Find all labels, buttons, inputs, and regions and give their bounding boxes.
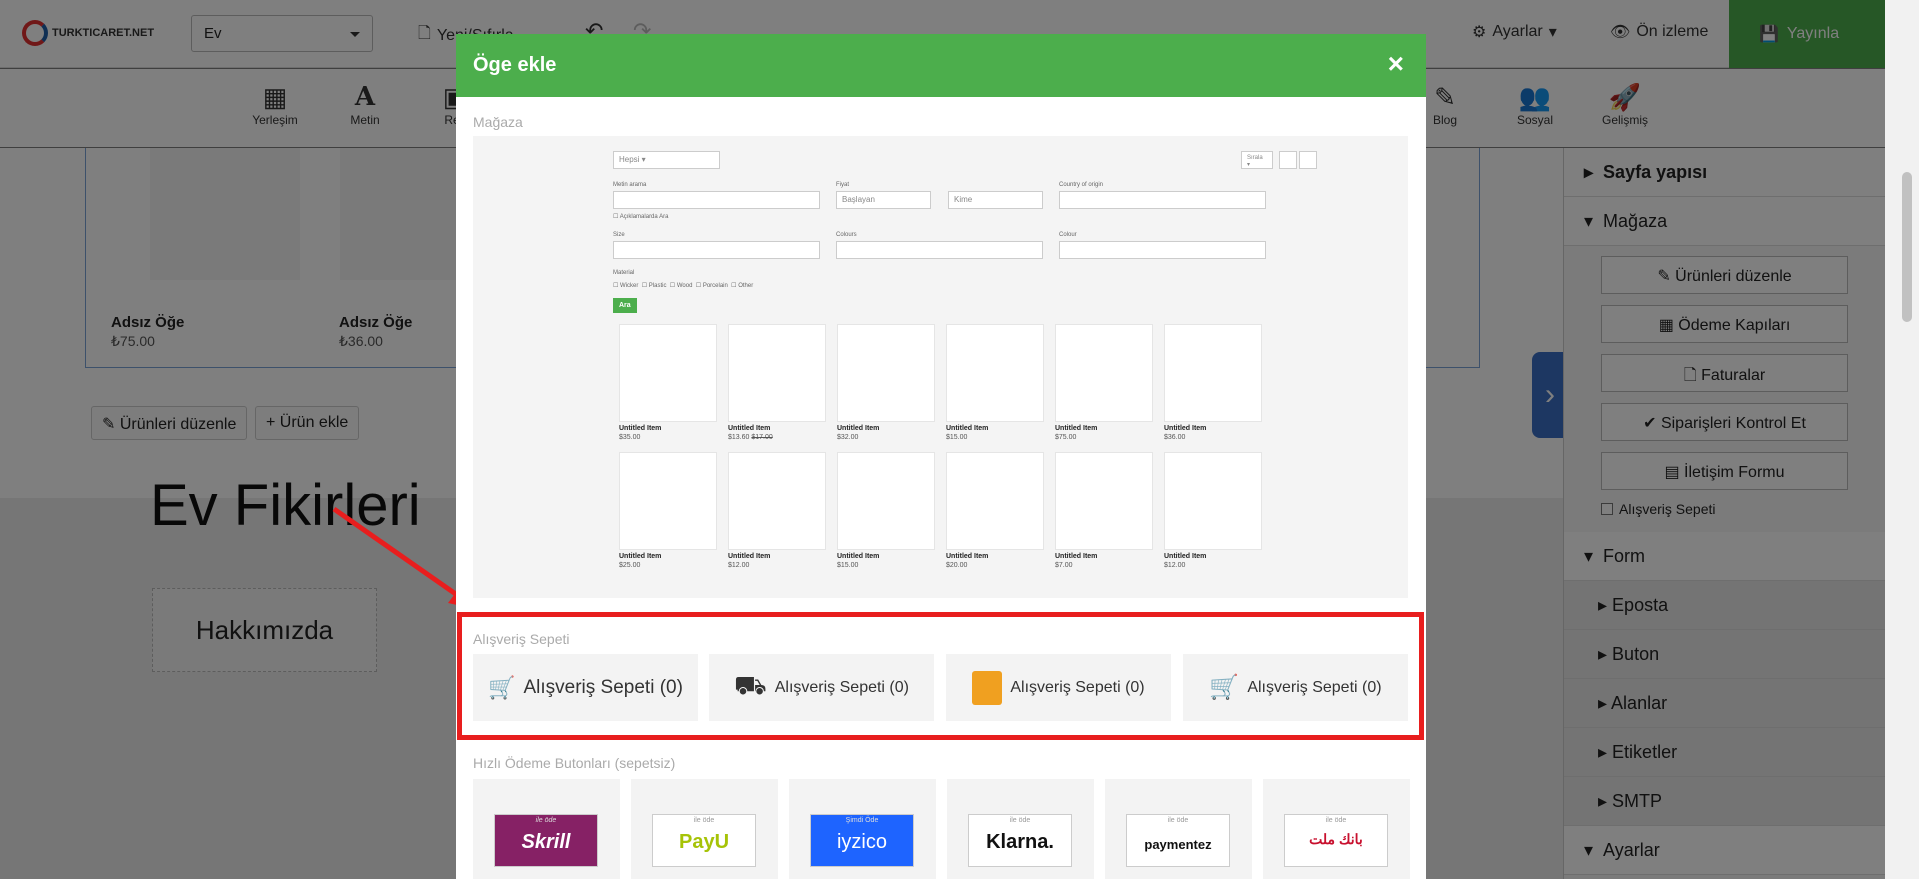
scrollbar-thumb[interactable] xyxy=(1902,172,1912,322)
search-button: Ara xyxy=(613,298,637,313)
product-thumbnail xyxy=(946,452,1044,550)
klarna-logo: ile öde Klarna. xyxy=(968,814,1072,867)
price-from-input: Başlayan xyxy=(836,191,931,209)
product-thumbnail xyxy=(1055,324,1153,422)
payu-logo: ile öde PayU xyxy=(652,814,756,867)
filter-select: Hepsi ▾ xyxy=(613,151,720,169)
colour-select xyxy=(1059,241,1266,259)
product-thumbnail xyxy=(619,452,717,550)
modal-header: Öge ekle × xyxy=(456,34,1426,97)
product-thumbnail xyxy=(728,452,826,550)
modal-title: Öge ekle xyxy=(473,54,557,76)
pay-option-klarna[interactable]: ile öde Klarna. xyxy=(947,779,1094,879)
product-thumbnail xyxy=(837,324,935,422)
product-thumbnail xyxy=(1164,324,1262,422)
colours-select xyxy=(836,241,1043,259)
list-view-icon xyxy=(1299,151,1317,169)
product-thumbnail xyxy=(946,324,1044,422)
pay-option-mellat[interactable]: ile öde بانك ملت xyxy=(1263,779,1410,879)
product-thumbnail xyxy=(837,452,935,550)
size-select xyxy=(613,241,820,259)
highlight-box xyxy=(457,612,1424,740)
skrill-logo: ile öde Skrill xyxy=(494,814,598,867)
text-search-input xyxy=(613,191,820,209)
desc-search-check: ☐ Açıklamalarda Ara xyxy=(613,214,669,220)
store-section-label: Mağaza xyxy=(473,114,523,130)
iyzico-logo: Şimdi Öde iyzico xyxy=(810,814,914,867)
quick-pay-label: Hızlı Ödeme Butonları (sepetsiz) xyxy=(473,755,676,771)
pay-option-paymentez[interactable]: ile öde paymentez xyxy=(1105,779,1252,879)
grid-view-icon xyxy=(1279,151,1297,169)
price-to-input: Kime xyxy=(948,191,1043,209)
material-checks: ☐ Wicker ☐ Plastic ☐ Wood ☐ Porcelain ☐ … xyxy=(613,283,754,289)
product-thumbnail xyxy=(1164,452,1262,550)
close-icon[interactable]: × xyxy=(1388,48,1404,80)
scrollbar[interactable] xyxy=(1885,0,1919,879)
product-thumbnail xyxy=(619,324,717,422)
mellat-logo: ile öde بانك ملت xyxy=(1284,814,1388,867)
pay-option-skrill[interactable]: ile öde Skrill xyxy=(473,779,620,879)
product-thumbnail xyxy=(1055,452,1153,550)
add-element-modal: Öge ekle × Mağaza Hepsi ▾ Sırala ▾ Metin… xyxy=(456,34,1426,879)
product-thumbnail xyxy=(728,324,826,422)
country-select xyxy=(1059,191,1266,209)
pay-option-payu[interactable]: ile öde PayU xyxy=(631,779,778,879)
pay-option-iyzico[interactable]: Şimdi Öde iyzico xyxy=(789,779,936,879)
store-preview-option[interactable]: Hepsi ▾ Sırala ▾ Metin arama ☐ Açıklamal… xyxy=(473,136,1408,598)
sort-select: Sırala ▾ xyxy=(1241,151,1273,169)
paymentez-logo: ile öde paymentez xyxy=(1126,814,1230,867)
